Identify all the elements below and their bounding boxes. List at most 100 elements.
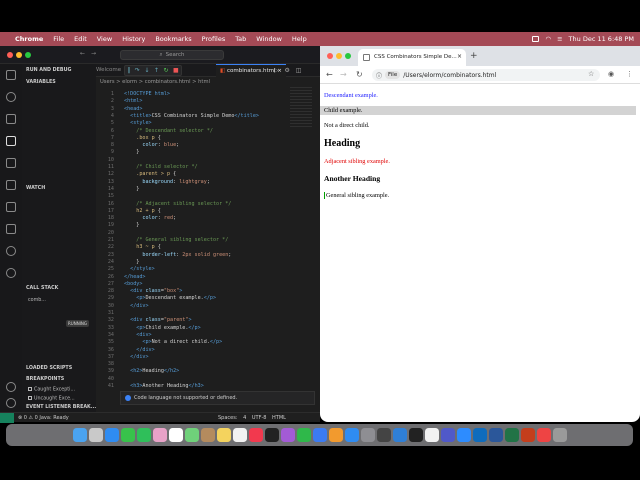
back-icon[interactable]: ← [326,70,333,79]
code-line[interactable]: } [124,186,139,192]
app-store-icon[interactable] [344,428,359,442]
iphone-mirroring-icon[interactable] [376,428,391,442]
extensions-icon[interactable] [6,158,16,168]
new-tab-icon[interactable]: + [470,51,478,61]
scheme-chip[interactable]: File [385,71,401,79]
tab-welcome[interactable]: Welcome [96,67,121,73]
minimize-window-button[interactable] [16,52,22,58]
minimap[interactable] [290,87,312,127]
code-line[interactable]: } [124,222,139,228]
remote-indicator[interactable] [0,413,14,423]
breadcrumb[interactable]: Users > elorm > combinators.html > html [100,79,210,85]
chart-icon[interactable] [6,224,16,234]
code-line[interactable]: <!DOCTYPE html> [124,91,170,97]
photos-icon[interactable] [152,428,167,442]
menu-history[interactable]: History [117,35,150,43]
code-editor[interactable]: 1 <!DOCTYPE html> 2 <html> 3 <head> 4 <title>C… [96,87,320,392]
close-window-button[interactable] [7,52,13,58]
vscode-icon[interactable] [392,428,407,442]
code-line[interactable]: border-left: 2px solid green; [124,252,231,258]
docker-icon[interactable] [6,268,16,278]
browser-tab[interactable]: CSS Combinators Simple De... × [358,49,466,66]
word-icon[interactable] [488,428,503,442]
variables-section[interactable]: VARIABLES [26,80,56,85]
chrome-icon[interactable] [424,428,439,442]
facetime-icon[interactable] [136,428,151,442]
teams-icon[interactable] [440,428,455,442]
call-stack-item[interactable]: comb... [28,298,46,303]
code-line[interactable]: <div class="parent"> [124,317,191,323]
restart-icon[interactable]: ↻ [163,67,168,74]
code-line[interactable]: h2 + p { [124,208,161,214]
nav-arrows[interactable]: ←→ [80,50,102,57]
code-line[interactable]: <p>Not a direct child.</p> [124,339,222,345]
address-bar[interactable]: ⓘ File /Users/elorm/combinators.html [372,69,600,81]
forward-icon[interactable]: → [340,70,347,79]
powerpoint-icon[interactable] [520,428,535,442]
wifi-icon[interactable]: ◠ [545,35,551,43]
breakpoints-section[interactable]: BREAKPOINTS [26,377,64,382]
code-line[interactable]: </div> [124,303,148,309]
browser-icon[interactable] [536,428,551,442]
profile-icon[interactable]: ◉ [608,70,614,78]
code-line[interactable]: /* Adjacent sibling selector */ [124,201,231,207]
code-line[interactable]: <p>Child example.</p> [124,325,200,331]
code-line[interactable]: <div class="box"> [124,288,182,294]
call-stack-section[interactable]: CALL STACK [26,286,58,291]
source-control-icon[interactable] [6,114,16,124]
keynote-icon[interactable] [312,428,327,442]
code-line[interactable]: <title>CSS Combinators Simple Demo</titl… [124,113,259,119]
code-line[interactable]: </head> [124,274,145,280]
clock-text[interactable]: Thu Dec 11 6:48 PM [569,35,634,43]
pages-icon[interactable] [328,428,343,442]
code-line[interactable]: <style> [124,120,151,126]
code-line[interactable]: /* General sibling selector */ [124,237,228,243]
safari-icon[interactable] [104,428,119,442]
notification-toast[interactable]: Code language not supported or defined. [120,391,315,405]
chrome-minimize-button[interactable] [336,53,342,59]
excel-icon[interactable] [504,428,519,442]
menu-view[interactable]: View [92,35,117,43]
bookmark-star-icon[interactable]: ☆ [588,70,594,78]
editor-actions[interactable]: ▷ ⚙ ◫ [274,67,303,74]
code-line[interactable]: /* Descendant selector */ [124,128,213,134]
code-line[interactable]: <h3>Another Heading</h3> [124,383,204,389]
code-line[interactable]: </div> [124,347,154,353]
step-into-icon[interactable]: ↓ [144,67,149,74]
code-line[interactable]: </style> [124,266,155,272]
code-line[interactable]: /* Child selector */ [124,164,197,170]
account-icon[interactable] [6,382,16,392]
explorer-icon[interactable] [6,70,16,80]
chrome-close-button[interactable] [327,53,333,59]
menu-bookmarks[interactable]: Bookmarks [150,35,196,43]
code-line[interactable]: h3 ~ p { [124,244,161,250]
test-icon[interactable] [6,202,16,212]
step-out-icon[interactable]: ↑ [154,67,159,74]
chrome-menu-icon[interactable]: ⋮ [626,70,633,78]
code-line[interactable]: .parent > p { [124,171,176,177]
remote-icon[interactable] [6,180,16,190]
outlook-icon[interactable] [472,428,487,442]
terminal-icon[interactable] [408,428,423,442]
uncaught-exceptions-checkbox[interactable] [28,396,32,400]
contacts-icon[interactable] [200,428,215,442]
loaded-scripts-section[interactable]: LOADED SCRIPTS [26,366,72,371]
messages-icon[interactable] [120,428,135,442]
command-search-box[interactable]: ⌕ Search [120,50,224,60]
search-icon[interactable] [6,92,16,102]
menu-edit[interactable]: Edit [69,35,92,43]
watch-section[interactable]: WATCH [26,186,45,191]
podcasts-icon[interactable] [280,428,295,442]
launchpad-icon[interactable] [88,428,103,442]
pause-icon[interactable]: ‖ [127,67,130,74]
event-listener-section[interactable]: EVENT LISTENER BREAK... [26,405,96,410]
finder-icon[interactable] [72,428,87,442]
notes-icon[interactable] [216,428,231,442]
code-line[interactable]: <div> [124,332,151,338]
globe-icon[interactable] [6,246,16,256]
code-line[interactable]: <body> [124,281,142,287]
menu-profiles[interactable]: Profiles [197,35,231,43]
tv-icon[interactable] [264,428,279,442]
code-line[interactable]: .box p { [124,135,161,141]
menu-file[interactable]: File [48,35,69,43]
